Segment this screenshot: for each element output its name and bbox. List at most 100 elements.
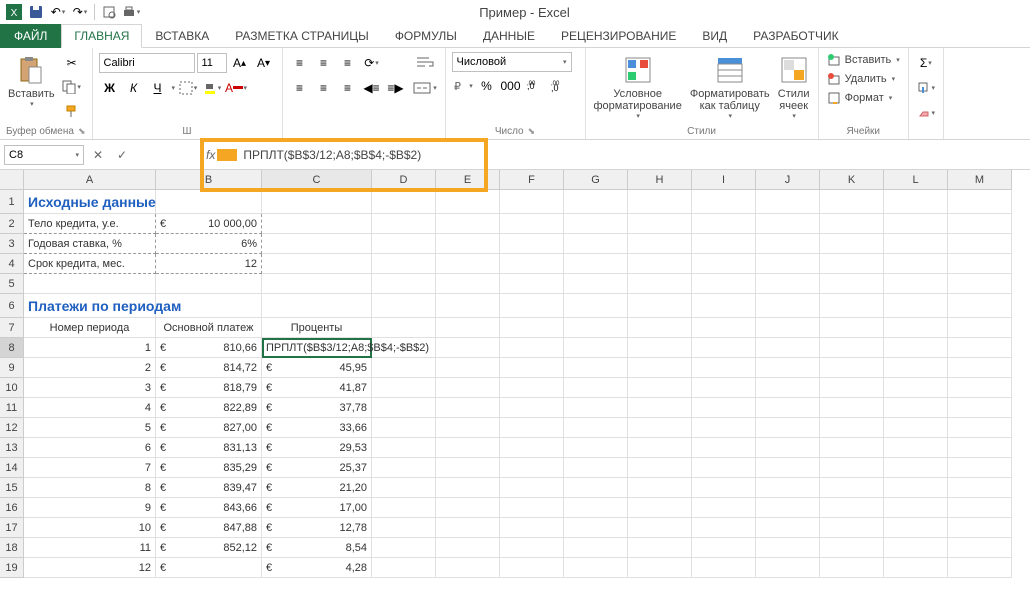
cell[interactable] xyxy=(564,498,628,518)
cell[interactable]: 7 xyxy=(24,458,156,478)
cell[interactable] xyxy=(948,398,1012,418)
cell[interactable] xyxy=(692,398,756,418)
cell[interactable] xyxy=(628,458,692,478)
cell[interactable] xyxy=(948,190,1012,214)
cell[interactable] xyxy=(628,214,692,234)
cell[interactable] xyxy=(500,378,564,398)
cell[interactable] xyxy=(372,254,436,274)
cell[interactable] xyxy=(692,274,756,294)
cell[interactable]: €835,29 xyxy=(156,458,262,478)
align-center-icon[interactable]: ≡ xyxy=(313,77,335,99)
redo-icon[interactable]: ↷▾ xyxy=(70,2,90,22)
wrap-text-icon[interactable] xyxy=(411,52,439,74)
cell[interactable]: 3 xyxy=(24,378,156,398)
cell[interactable] xyxy=(884,318,948,338)
cell[interactable]: Тело кредита, у.е. xyxy=(24,214,156,234)
cell[interactable] xyxy=(564,518,628,538)
cell[interactable] xyxy=(948,358,1012,378)
cell[interactable] xyxy=(884,358,948,378)
cell[interactable]: €827,00 xyxy=(156,418,262,438)
fill-color-icon[interactable]: ▾ xyxy=(201,77,223,99)
delete-cells-button[interactable]: Удалить▾ xyxy=(825,71,902,87)
cell[interactable] xyxy=(372,418,436,438)
cell[interactable] xyxy=(884,338,948,358)
cell[interactable] xyxy=(692,358,756,378)
cell[interactable] xyxy=(692,418,756,438)
cell[interactable] xyxy=(948,254,1012,274)
tab-data[interactable]: ДАННЫЕ xyxy=(470,24,548,48)
cell[interactable] xyxy=(436,558,500,578)
cell[interactable] xyxy=(500,254,564,274)
tab-view[interactable]: ВИД xyxy=(689,24,740,48)
cell[interactable] xyxy=(756,318,820,338)
cell[interactable] xyxy=(948,478,1012,498)
cell[interactable]: €10 000,00 xyxy=(156,214,262,234)
paste-button[interactable]: Вставить ▾ xyxy=(6,52,57,110)
col-header[interactable]: C xyxy=(262,170,372,190)
cell[interactable] xyxy=(564,274,628,294)
cell[interactable] xyxy=(628,478,692,498)
cell[interactable] xyxy=(820,538,884,558)
col-header[interactable]: G xyxy=(564,170,628,190)
cell[interactable] xyxy=(692,214,756,234)
cell[interactable]: €37,78 xyxy=(262,398,372,418)
row-header[interactable]: 7 xyxy=(0,318,24,338)
cell[interactable] xyxy=(756,458,820,478)
cell[interactable] xyxy=(436,190,500,214)
cell[interactable]: 11 xyxy=(24,538,156,558)
cell[interactable] xyxy=(820,518,884,538)
cell[interactable] xyxy=(756,558,820,578)
col-header[interactable]: D xyxy=(372,170,436,190)
col-header[interactable]: M xyxy=(948,170,1012,190)
cell[interactable] xyxy=(820,378,884,398)
cell[interactable] xyxy=(692,190,756,214)
cell[interactable] xyxy=(884,378,948,398)
cell[interactable]: €822,89 xyxy=(156,398,262,418)
cell[interactable]: €843,66 xyxy=(156,498,262,518)
number-launcher[interactable]: ⬊ xyxy=(528,126,536,137)
cell[interactable]: 4 xyxy=(24,398,156,418)
cell[interactable] xyxy=(262,294,372,318)
cell[interactable] xyxy=(564,398,628,418)
row-header[interactable]: 14 xyxy=(0,458,24,478)
cell[interactable] xyxy=(372,558,436,578)
cell[interactable] xyxy=(372,438,436,458)
row-header[interactable]: 13 xyxy=(0,438,24,458)
cell[interactable]: €8,54 xyxy=(262,538,372,558)
cell[interactable] xyxy=(564,458,628,478)
cell[interactable] xyxy=(564,378,628,398)
cell[interactable] xyxy=(436,358,500,378)
cell[interactable] xyxy=(500,274,564,294)
col-header[interactable]: B xyxy=(156,170,262,190)
cell[interactable] xyxy=(564,418,628,438)
cell[interactable]: 12 xyxy=(24,558,156,578)
col-header[interactable]: J xyxy=(756,170,820,190)
cell[interactable] xyxy=(262,274,372,294)
cell[interactable]: €41,87 xyxy=(262,378,372,398)
cell[interactable] xyxy=(884,234,948,254)
cell[interactable] xyxy=(884,190,948,214)
comma-icon[interactable]: 000 xyxy=(500,75,522,97)
cell[interactable] xyxy=(564,338,628,358)
cell[interactable] xyxy=(372,538,436,558)
quick-print-icon[interactable]: ▾ xyxy=(121,2,141,22)
row-header[interactable]: 5 xyxy=(0,274,24,294)
cell[interactable] xyxy=(756,274,820,294)
cell[interactable] xyxy=(372,378,436,398)
cell[interactable] xyxy=(756,398,820,418)
row-header[interactable]: 6 xyxy=(0,294,24,318)
cell[interactable] xyxy=(436,338,500,358)
cell[interactable] xyxy=(692,338,756,358)
cell[interactable] xyxy=(436,234,500,254)
cell[interactable]: Срок кредита, мес. xyxy=(24,254,156,274)
cell[interactable] xyxy=(436,418,500,438)
cell[interactable]: 1 xyxy=(24,338,156,358)
cell[interactable] xyxy=(820,214,884,234)
cell[interactable] xyxy=(628,398,692,418)
number-format-select[interactable]: Числовой▾ xyxy=(452,52,572,72)
format-painter-icon[interactable] xyxy=(61,100,83,122)
cell[interactable] xyxy=(692,318,756,338)
row-header[interactable]: 19 xyxy=(0,558,24,578)
align-top-icon[interactable]: ≡ xyxy=(289,52,311,74)
cell[interactable] xyxy=(436,538,500,558)
